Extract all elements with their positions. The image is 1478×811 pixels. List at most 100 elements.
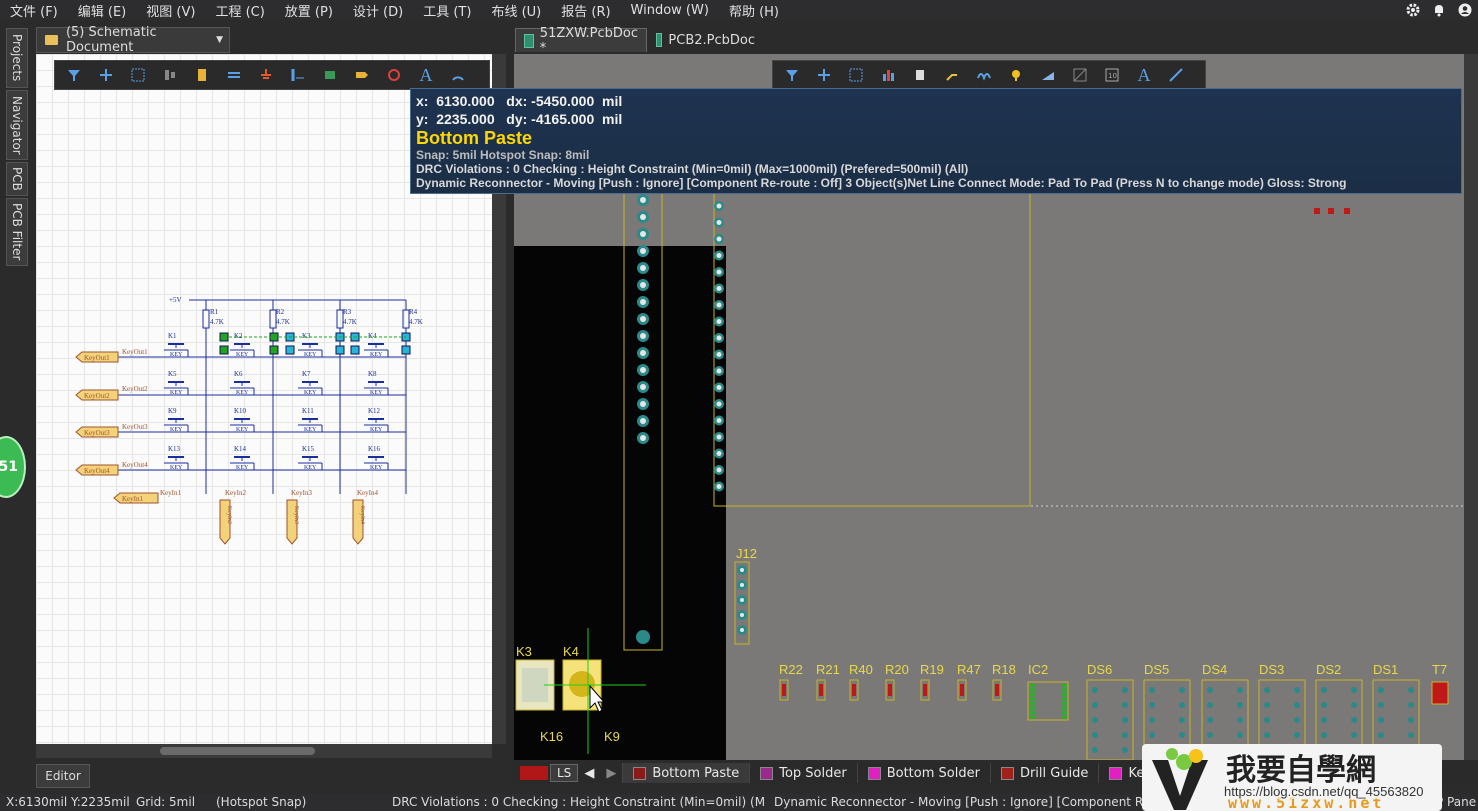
editor-tab[interactable]: Editor [36,764,90,788]
port-keyin4[interactable]: KeyIn4 [352,499,365,545]
align-icon[interactable] [155,62,185,88]
chip-icon[interactable] [315,62,345,88]
switch-k12[interactable]: K12 KEY [364,407,389,433]
menu-edit[interactable]: 编辑 (E) [68,1,137,20]
switch-k10[interactable]: K10 KEY [230,407,255,433]
resistor-row[interactable]: R22 R21 R40 R20 R19 R47 R18 IC2 [779,662,1069,721]
switch-k16[interactable]: K16 KEY [364,445,389,471]
switch-k15[interactable]: K15 KEY [298,445,323,471]
switch-k1[interactable]: K1 KEY [164,332,189,358]
via-icon[interactable] [1001,62,1031,88]
component-icon[interactable] [905,62,935,88]
filter-icon[interactable] [777,62,807,88]
side-tab-projects[interactable]: Projects [6,28,28,88]
port-keyout2[interactable]: KeyOut2 [75,389,119,401]
dimension-icon[interactable]: 10 [1097,62,1127,88]
switch-k7[interactable]: K7 KEY [298,370,323,396]
layer-prev-arrow[interactable]: ◀ [578,766,600,781]
text-icon[interactable]: A [1129,62,1159,88]
select-area-icon[interactable] [123,62,153,88]
layer-tab-drill-guide[interactable]: Drill Guide [989,763,1099,783]
crosshair-icon[interactable] [809,62,839,88]
port-keyin3[interactable]: KeyIn3 [286,499,299,545]
polygon-icon[interactable] [1033,62,1063,88]
resistor-r2[interactable]: R2 4.7K [269,300,290,494]
designator-label: DS2 [1316,662,1341,677]
switch-k6[interactable]: K6 KEY [230,370,255,396]
menu-route[interactable]: 布线 (U) [481,1,551,20]
select-area-icon[interactable] [841,62,871,88]
menu-help[interactable]: 帮助 (H) [719,1,789,20]
layer-tab-top-solder[interactable]: Top Solder [749,763,856,783]
switch-k13[interactable]: K13 KEY [164,445,189,471]
wire-icon[interactable] [219,62,249,88]
gear-icon[interactable] [1406,3,1420,17]
resistor-r4[interactable]: R4 4.7K [402,300,423,494]
switch-k9[interactable]: K9 KEY [164,407,189,433]
current-layer-swatch[interactable] [520,766,548,780]
tab-51zxw-pcbdoc[interactable]: 51ZXW.PcbDoc * [515,26,647,56]
switch-k14[interactable]: K14 KEY [230,445,255,471]
port-keyout4[interactable]: KeyOut4 [75,464,119,476]
layer-tab-bottom-paste[interactable]: Bottom Paste [622,763,750,783]
ground-icon[interactable] [251,62,281,88]
tab-pcb2-pcbdoc[interactable]: PCB2.PcbDoc [648,28,763,52]
text-icon[interactable]: A [411,62,441,88]
side-tab-pcb-filter[interactable]: PCB Filter [6,198,28,266]
switch-value: KEY [236,427,249,433]
switch-k8[interactable]: K8 KEY [364,370,389,396]
tab-schematic-document[interactable]: (5) Schematic Document ▼ [36,25,230,55]
ic-pin [1030,711,1035,714]
switch-k2[interactable]: K2 KEY [230,332,255,358]
layer-color-swatch [867,766,881,780]
port-keyin2[interactable]: KeyIn2 [219,499,232,545]
line-icon[interactable] [1161,62,1191,88]
schematic-scroll-thumb[interactable] [160,747,315,755]
diff-pair-icon[interactable] [969,62,999,88]
side-tab-pcb[interactable]: PCB [6,162,28,196]
resistor-r1[interactable]: R1 4.7K [202,300,224,494]
port-keyout3[interactable]: KeyOut3 [75,426,119,438]
bell-icon[interactable] [1432,3,1446,17]
resistor-r3[interactable]: R3 4.7K [336,300,357,494]
filter-icon[interactable] [59,62,89,88]
arc-icon[interactable] [443,62,473,88]
port-icon[interactable] [347,62,377,88]
switch-k11[interactable]: K11 KEY [298,407,323,433]
status-panels[interactable]: P Pane [1436,795,1476,809]
route-icon[interactable] [937,62,967,88]
bus-icon[interactable] [283,62,313,88]
ic-pin [1062,711,1067,714]
port-keyin1[interactable]: KeyIn1 [113,492,159,504]
menu-window[interactable]: Window (W) [621,3,719,18]
menu-file[interactable]: 文件 (F) [0,1,68,20]
menu-place[interactable]: 放置 (P) [275,1,343,20]
chevron-down-icon[interactable]: ▼ [216,35,223,45]
heads-up-display: x: 6130.000 dx: -5450.000 mil y: 2235.00… [410,88,1462,194]
hud-current-layer: Bottom Paste [416,128,533,148]
pcb-toolbar: 10 A [772,60,1206,90]
side-tab-navigator[interactable]: Navigator [6,90,28,160]
keepout-icon[interactable] [1065,62,1095,88]
layer-next-arrow[interactable]: ▶ [600,766,622,781]
component-icon[interactable] [187,62,217,88]
port-keyout1[interactable]: KeyOut1 [75,351,119,363]
switch-k4[interactable]: K4 KEY [364,332,389,358]
pad [1149,732,1155,738]
menu-tools[interactable]: 工具 (T) [413,1,481,20]
right-panel-rail[interactable] [1464,54,1478,760]
user-icon[interactable] [1458,3,1472,17]
directive-icon[interactable] [379,62,409,88]
layer-tab-bottom-solder[interactable]: Bottom Solder [856,763,990,783]
layer-set-button[interactable]: LS [550,764,579,782]
menu-view[interactable]: 视图 (V) [136,1,205,20]
switch-k3[interactable]: K3 KEY [298,332,323,358]
crosshair-icon[interactable] [91,62,121,88]
menu-design[interactable]: 设计 (D) [343,1,413,20]
bar-chart-icon[interactable] [873,62,903,88]
j12-pads[interactable] [737,565,747,635]
menu-reports[interactable]: 报告 (R) [551,1,620,20]
header-pads-left[interactable] [637,194,649,444]
switch-k5[interactable]: K5 KEY [164,370,189,396]
menu-project[interactable]: 工程 (C) [205,1,274,20]
